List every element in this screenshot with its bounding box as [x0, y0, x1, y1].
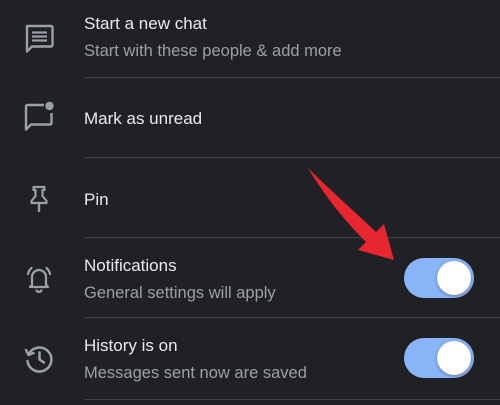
history-icon: [22, 342, 56, 376]
toggle-knob: [437, 261, 471, 295]
menu-item-title: Mark as unread: [84, 109, 203, 128]
menu-item-notifications[interactable]: Notifications General settings will appl…: [0, 238, 500, 318]
menu-item-start-new-chat[interactable]: Start a new chat Start with these people…: [0, 0, 500, 78]
alarm-bell-icon: [22, 262, 56, 296]
divider: [84, 399, 500, 400]
menu-item-title: History is on: [84, 336, 178, 355]
conversation-options-menu: Start a new chat Start with these people…: [0, 0, 500, 405]
toggle-knob: [437, 341, 471, 375]
unread-chat-icon: [22, 100, 56, 134]
menu-item-title: Notifications: [84, 256, 177, 275]
menu-item-subtitle: Messages sent now are saved: [84, 364, 307, 382]
notifications-toggle[interactable]: [404, 258, 474, 298]
menu-item-title: Start a new chat: [84, 14, 207, 33]
menu-item-pin[interactable]: Pin: [0, 158, 500, 238]
pin-icon: [22, 182, 56, 216]
menu-item-title: Pin: [84, 190, 109, 209]
menu-item-mark-as-unread[interactable]: Mark as unread: [0, 78, 500, 158]
menu-item-subtitle: General settings will apply: [84, 284, 276, 302]
history-toggle[interactable]: [404, 338, 474, 378]
menu-item-history[interactable]: History is on Messages sent now are save…: [0, 318, 500, 405]
menu-item-subtitle: Start with these people & add more: [84, 42, 342, 60]
chat-bubble-icon: [22, 22, 56, 56]
